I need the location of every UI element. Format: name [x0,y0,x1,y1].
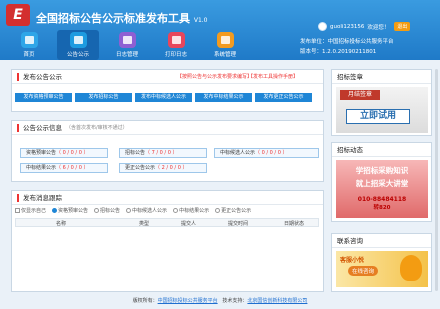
user-box: guoli123156 欢迎您！ 退出 [318,20,436,33]
col-name: 名称 [56,221,67,227]
col-time: 提交时间 [228,221,249,227]
title-bar [17,123,19,132]
ad-try-button[interactable]: 立即试用 [346,109,410,124]
home-icon [20,32,38,48]
contact-label: 客服小悦 [340,257,365,264]
scrollbar[interactable] [435,69,438,291]
news-banner[interactable]: 学招标采购知识 就上招采大讲堂 010-88484118 转820 [336,160,428,218]
news-phone: 010-88484118 [357,196,407,203]
app-window: E 全国招标公告公示标准发布工具 V1.0 guoli123156 欢迎您！ 退… [0,0,440,309]
header: E 全国招标公告公示标准发布工具 V1.0 guoli123156 欢迎您！ 退… [0,0,440,60]
publish-correction-button[interactable]: 发布更正公告公示 [255,93,312,102]
filter-result[interactable]: 中标结果公示 [173,207,209,214]
nav-label: 打印日志 [164,52,187,58]
nav-print[interactable]: 打印日志 [155,30,197,60]
stat-card-result[interactable]: 中标结果公示（ 6 / 0 / 0 ） [20,163,108,173]
ad-banner[interactable]: 月结签章 立即试用 [336,87,428,133]
records-panel: 发布消息跟踪 仅显示自己 资格预审公告 招标公告 中标候选人公示 中标结果公示 … [11,190,324,292]
nav-label: 日志管理 [115,52,138,58]
footer: 版权所有：中国招标投标公共服务平台 技术支持：北京国信创新科技有限公司 [132,298,308,304]
sidebar-news-panel: 招标动态 学招标采购知识 就上招采大讲堂 010-88484118 转820 [331,142,432,222]
greeting: 欢迎您！ [367,24,390,31]
nav-home[interactable]: 首页 [8,30,50,60]
app-title: 全国招标公告公示标准发布工具 V1.0 [36,12,208,25]
avatar [318,22,327,31]
filter-prequal[interactable]: 资格预审公告 [52,207,88,214]
nav-bar: 首页 公告公示 日志管理 打印日志 系统管理 [8,30,246,60]
filter-candidate[interactable]: 中标候选人公示 [126,207,167,214]
news-ext: 转820 [373,205,391,211]
nav-notice[interactable]: 公告公示 [57,30,99,60]
publish-prequal-button[interactable]: 发布资格预审公告 [15,93,72,102]
ad-title: 招标签章 [332,70,431,84]
nav-label: 系统管理 [213,52,236,58]
filter-tender[interactable]: 招标公告 [94,207,120,214]
manual-link[interactable]: 【发布工具操作手册】 [248,73,298,80]
mascot-icon [400,255,422,281]
nav-settings[interactable]: 系统管理 [204,30,246,60]
contact-title: 联系咨询 [332,234,431,248]
notice-icon [69,32,87,48]
publish-buttons: 发布资格预审公告 发布招标公告 发布中标候选人公示 发布中标结果公示 发布更正公… [15,93,312,102]
news-line1: 学招标采购知识 [355,166,409,175]
publish-candidate-button[interactable]: 发布中标候选人公示 [135,93,192,102]
username: guoli123156 [330,23,365,30]
stat-card-candidate[interactable]: 中标候选人公示（ 0 / 0 / 0 ） [214,148,319,158]
col-status: 日期状态 [284,221,305,227]
sidebar-ad-panel: 招标签章 月结签章 立即试用 [331,69,432,136]
publish-result-button[interactable]: 发布中标结果公示 [195,93,252,102]
stats-panel: 公告公示信息 （含首次发布/审核不通过） 资格预审公告（ 0 / 0 / 0 ） … [11,120,324,182]
filter-correction[interactable]: 更正公告公示 [215,207,251,214]
title-bar [17,193,19,202]
news-title: 招标动态 [332,143,431,157]
ad-main: 月结签章 [340,90,380,100]
only-mine-checkbox[interactable]: 仅显示自己 [15,207,46,214]
nav-label: 公告公示 [66,52,89,58]
settings-icon [216,32,234,48]
news-line2: 就上招采大讲堂 [355,179,409,188]
stat-card-prequal[interactable]: 资格预审公告（ 0 / 0 / 0 ） [20,148,108,158]
col-submitter: 提交人 [181,221,197,227]
nav-label: 首页 [23,52,35,58]
nav-log[interactable]: 日志管理 [106,30,148,60]
print-icon [167,32,185,48]
stat-card-tender[interactable]: 招标公告（ 7 / 0 / 0 ） [119,148,207,158]
publisher-info: 发布单位：中国招标投标公共服务平台 [300,39,394,45]
online-consult-button[interactable]: 在线咨询 [348,266,379,276]
app-logo: E [6,4,30,26]
table-header: 名称 类型 提交人 提交时间 日期状态 [15,218,319,227]
requirement-link[interactable]: 【按照公告与公示发布要求编写】 [177,73,252,80]
col-type: 类型 [139,221,150,227]
version-info: 版本号：1.2.0.20190211801 [300,49,377,55]
title-bar [17,72,19,81]
publish-panel: 发布公告公示 【按照公告与公示发布要求编写】 【发布工具操作手册】 发布资格预审… [11,69,324,112]
filter-bar: 仅显示自己 资格预审公告 招标公告 中标候选人公示 中标结果公示 更正公告公示 [15,207,251,214]
stat-card-correction[interactable]: 更正公告公示（ 2 / 0 / 0 ） [119,163,207,173]
contact-banner[interactable]: 客服小悦 在线咨询 [336,251,428,287]
app-version: V1.0 [193,17,208,24]
publish-tender-button[interactable]: 发布招标公告 [75,93,132,102]
sidebar-contact-panel: 联系咨询 客服小悦 在线咨询 [331,233,432,292]
log-icon [118,32,136,48]
stats-subtitle: （含首次发布/审核不通过） [66,124,128,131]
records-title: 发布消息跟踪 [12,191,323,205]
stats-title: 公告公示信息 （含首次发布/审核不通过） [12,121,323,135]
footer-tech-link[interactable]: 北京国信创新科技有限公司 [247,298,307,304]
exit-button[interactable]: 退出 [394,22,411,31]
footer-owner-link[interactable]: 中国招标投标公共服务平台 [158,298,218,304]
